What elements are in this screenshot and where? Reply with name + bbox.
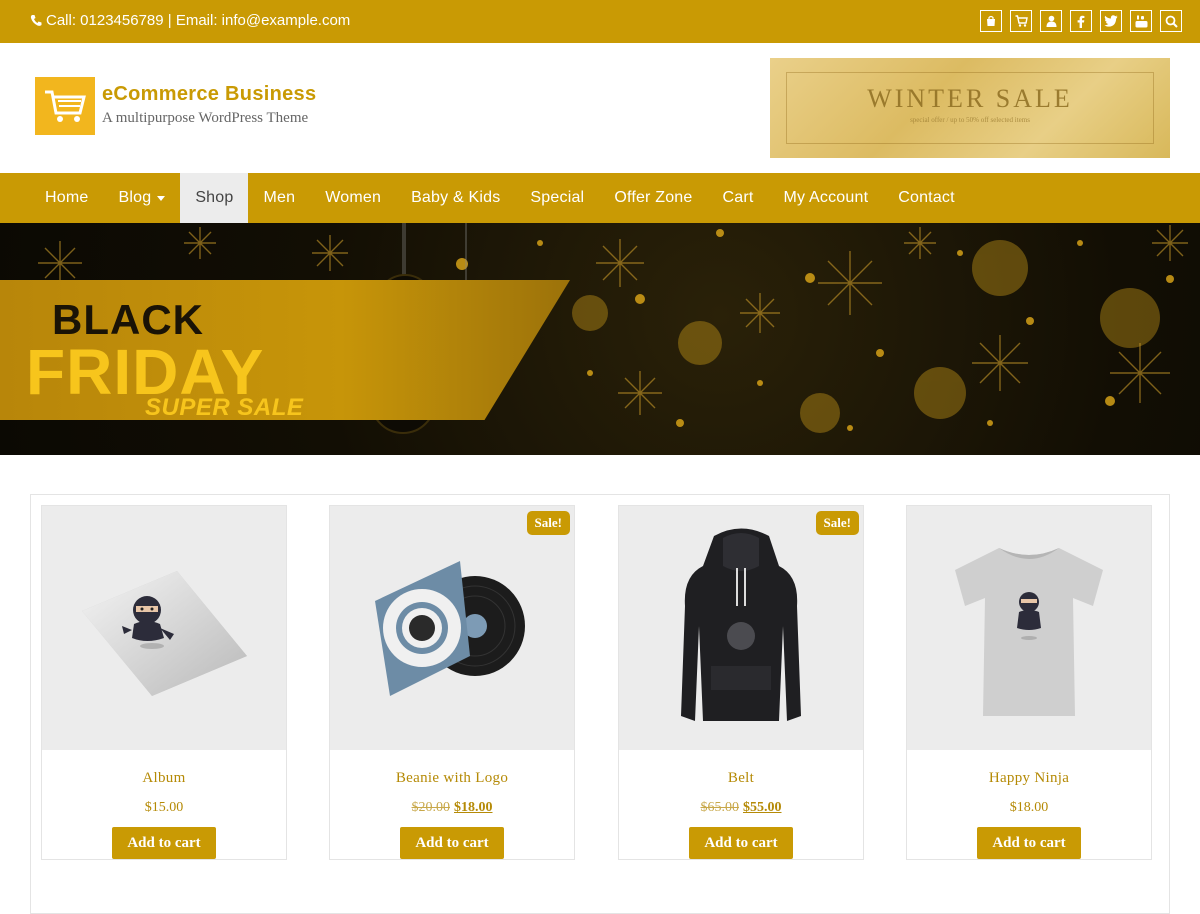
add-to-cart-button[interactable]: Add to cart <box>689 827 793 859</box>
nav-item-special[interactable]: Special <box>515 173 599 223</box>
site-title[interactable]: eCommerce Business <box>102 83 316 106</box>
product-image[interactable] <box>42 506 286 750</box>
caret-down-icon <box>157 195 166 201</box>
product-price: $65.00 $55.00 <box>619 800 863 816</box>
product-name[interactable]: Album <box>42 770 286 787</box>
current-price: $18.00 <box>454 800 493 815</box>
youtube-icon[interactable] <box>1130 10 1152 32</box>
product-name[interactable]: Happy Ninja <box>907 770 1151 787</box>
nav-label: Shop <box>195 189 234 206</box>
nav-label: Blog <box>118 189 152 206</box>
shopping-bag-icon[interactable] <box>980 10 1002 32</box>
product-card-album[interactable]: Album $15.00 Add to cart <box>41 505 287 860</box>
current-price: $18.00 <box>1009 800 1049 815</box>
product-name[interactable]: Belt <box>619 770 863 787</box>
social-icons <box>980 10 1182 32</box>
nav-label: Special <box>530 189 585 206</box>
add-to-cart-button[interactable]: Add to cart <box>977 827 1081 859</box>
black-hoodie-illustration <box>681 528 801 721</box>
nav-item-baby-kids[interactable]: Baby & Kids <box>396 173 515 223</box>
nav-item-home[interactable]: Home <box>30 173 103 223</box>
nav-item-shop[interactable]: Shop <box>180 173 249 223</box>
product-price: $18.00 <box>907 800 1151 816</box>
current-price: $15.00 <box>144 800 184 815</box>
site-tagline: A multipurpose WordPress Theme <box>102 110 309 126</box>
black-friday-hero-banner[interactable]: BLACK FRIDAY SUPER SALE <box>0 223 1200 455</box>
main-navigation: Home Blog Shop Men Women Baby & Kids Spe… <box>0 173 1200 223</box>
nav-label: Women <box>325 189 382 206</box>
nav-label: Men <box>263 189 296 206</box>
cart-logo-icon[interactable] <box>35 77 95 135</box>
album-poster-illustration <box>82 571 247 696</box>
banner-subtitle: special offer / up to 50% off selected i… <box>910 116 1030 124</box>
current-price: $55.00 <box>743 800 782 815</box>
product-image[interactable] <box>619 506 863 750</box>
sale-badge: Sale! <box>526 511 570 535</box>
facebook-icon[interactable] <box>1070 10 1092 32</box>
winter-sale-banner[interactable]: WINTER SALE special offer / up to 50% of… <box>770 58 1170 158</box>
user-icon[interactable] <box>1040 10 1062 32</box>
add-to-cart-button[interactable]: Add to cart <box>400 827 504 859</box>
product-name[interactable]: Beanie with Logo <box>330 770 574 787</box>
nav-label: Home <box>45 189 89 206</box>
product-card-beanie-with-logo[interactable]: Sale! Beanie with Logo $20.00 $18.00 Add … <box>329 505 575 860</box>
contact-info: Call: 0123456789 | Email: info@example.c… <box>30 12 350 29</box>
cart-icon[interactable] <box>1010 10 1032 32</box>
sale-badge: Sale! <box>815 511 859 535</box>
banner-title: WINTER SALE <box>867 84 1073 113</box>
nav-label: My Account <box>783 189 869 206</box>
nav-item-men[interactable]: Men <box>248 173 310 223</box>
nav-item-my-account[interactable]: My Account <box>769 173 884 223</box>
nav-label: Contact <box>898 189 955 206</box>
nav-label: Offer Zone <box>614 189 693 206</box>
product-grid: Album $15.00 Add to cart Sale! Beanie wi… <box>30 494 1170 914</box>
grey-tshirt-illustration <box>955 548 1103 716</box>
contact-text: Call: 0123456789 | Email: info@example.c… <box>46 12 351 29</box>
add-to-cart-button[interactable]: Add to cart <box>112 827 216 859</box>
nav-item-cart[interactable]: Cart <box>708 173 769 223</box>
product-price: $20.00 $18.00 <box>330 800 574 816</box>
vinyl-record-illustration <box>375 561 525 696</box>
nav-item-contact[interactable]: Contact <box>883 173 970 223</box>
product-card-happy-ninja[interactable]: Happy Ninja $18.00 Add to cart <box>906 505 1152 860</box>
twitter-icon[interactable] <box>1100 10 1122 32</box>
phone-icon <box>30 15 42 26</box>
nav-label: Cart <box>722 189 754 206</box>
nav-label: Baby & Kids <box>411 189 501 206</box>
old-price: $20.00 <box>411 800 451 815</box>
product-price: $15.00 <box>42 800 286 816</box>
nav-item-women[interactable]: Women <box>310 173 396 223</box>
hero-subtitle: SUPER SALE <box>145 394 304 421</box>
site-header: eCommerce Business A multipurpose WordPr… <box>0 43 1200 173</box>
nav-item-blog[interactable]: Blog <box>103 173 180 223</box>
nav-item-offer-zone[interactable]: Offer Zone <box>599 173 707 223</box>
product-image[interactable] <box>907 506 1151 750</box>
product-image[interactable] <box>330 506 574 750</box>
old-price: $65.00 <box>700 800 740 815</box>
search-icon[interactable] <box>1160 10 1182 32</box>
top-bar: Call: 0123456789 | Email: info@example.c… <box>0 0 1200 43</box>
product-card-belt[interactable]: Sale! Belt $65.00 $55.00 Add to cart <box>618 505 864 860</box>
